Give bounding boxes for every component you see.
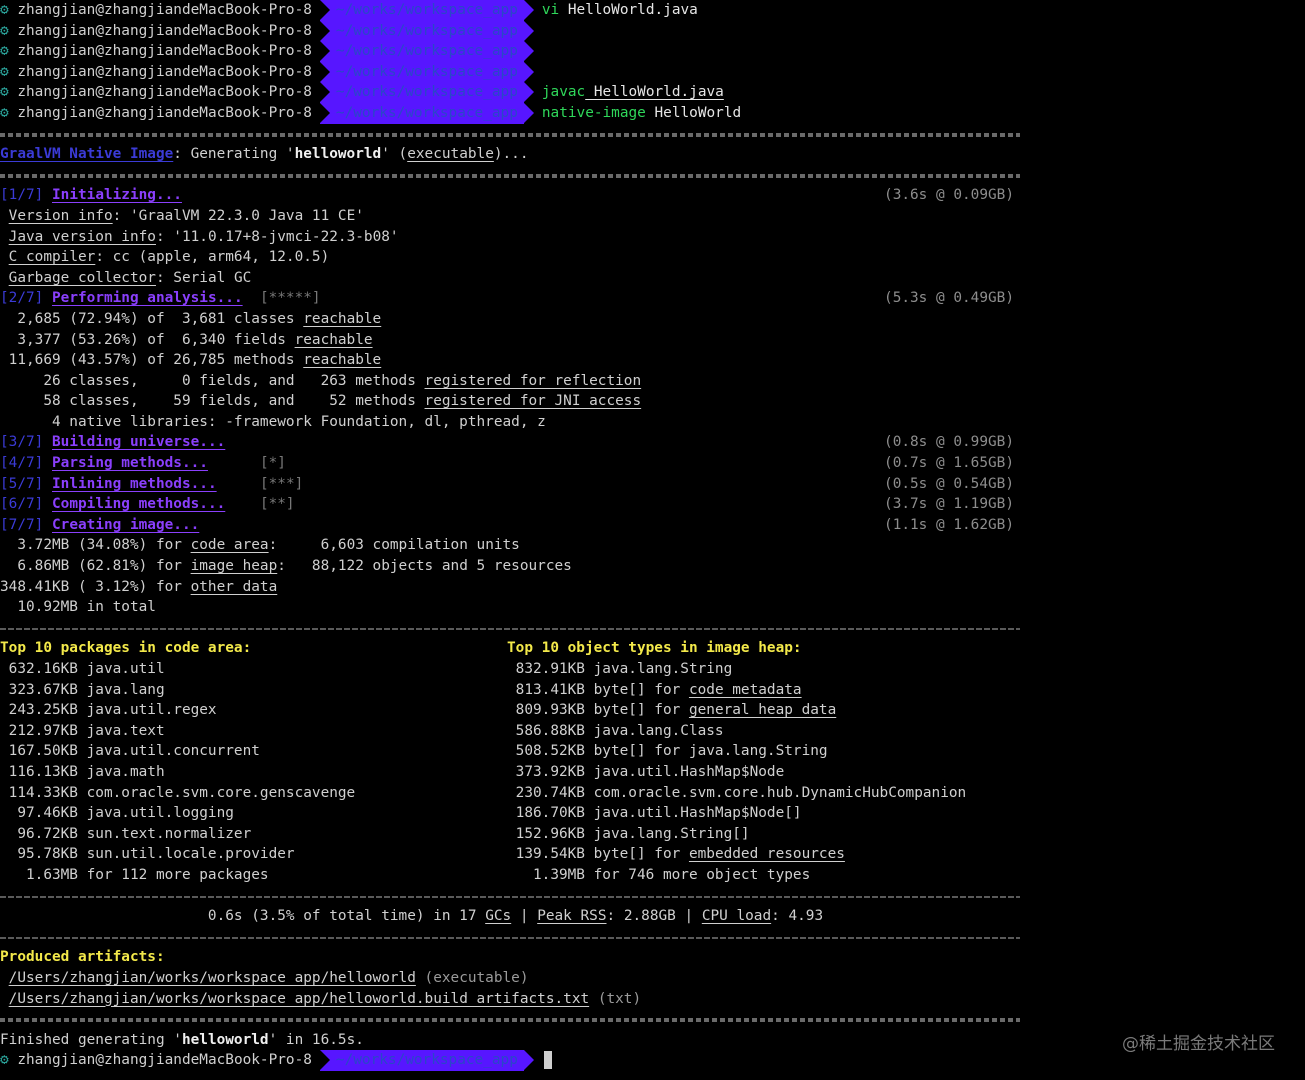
list-item: 508.52KB byte[] for java.lang.String	[507, 743, 828, 760]
analysis-classes: 2,685 (72.94%) of 3,681 classes reachabl…	[0, 310, 382, 327]
list-item: 832.91KB java.lang.String	[507, 661, 733, 677]
command: javac HelloWorld.java	[541, 84, 724, 101]
list-item: 809.93KB byte[] for general heap data	[507, 702, 837, 719]
watermark: @稀土掘金技术社区	[1122, 1034, 1275, 1054]
list-item: 212.97KB java.text	[0, 722, 165, 739]
prompt-host: zhangjian@zhangjiandeMacBook-Pro-8	[17, 104, 318, 121]
gear-icon: ⚙	[0, 43, 9, 60]
gear-icon: ⚙	[0, 1052, 9, 1069]
list-item: 167.50KB java.util.concurrent	[0, 743, 260, 760]
prompt-line: ⚙ zhangjian@zhangjiandeMacBook-Pro-8 ~/wo…	[0, 41, 1020, 62]
build-header: GraalVM Native Image: Generating 'hellow…	[0, 146, 529, 163]
list-item: 586.88KB java.lang.Class	[507, 722, 724, 739]
info-java: Java version info: '11.0.17+8-jvmci-22.3…	[8, 228, 399, 245]
terminal[interactable]: ⚙ zhangjian@zhangjiandeMacBook-Pro-8 ~/wo…	[0, 0, 1020, 1071]
stage-analysis: [2/7] Performing analysis... [*****] (5.3…	[0, 290, 1014, 307]
prompt-host: zhangjian@zhangjiandeMacBook-Pro-8	[17, 43, 318, 60]
prompt-path: ~/works/workspace_app	[319, 20, 534, 42]
image-other: 348.41KB ( 3.12%) for other data	[0, 578, 278, 595]
prompt-path: ~/works/workspace_app	[319, 0, 534, 21]
packages-list: Top 10 packages in code area: 632.16KB j…	[0, 638, 507, 885]
info-gc: Garbage collector: Serial GC	[8, 269, 252, 286]
prompt-path: ~/works/workspace_app	[319, 102, 534, 124]
prompt-line: ⚙ zhangjian@zhangjiandeMacBook-Pro-8 ~/wo…	[0, 61, 1020, 83]
stage-initializing: [1/7] Initializing... (3.6s @ 0.09GB)	[0, 187, 1014, 204]
artifact-txt[interactable]: /Users/zhangjian/works/workspace_app/hel…	[0, 989, 1020, 1010]
separator	[0, 618, 1020, 639]
list-item: 139.54KB byte[] for embedded resources	[507, 846, 845, 863]
analysis-fields: 3,377 (53.26%) of 6,340 fields reachable	[0, 331, 373, 348]
objects-list: Top 10 object types in image heap: 832.9…	[507, 638, 1020, 885]
image-code-area: 3.72MB (34.08%) for code area: 6,603 com…	[0, 537, 520, 554]
separator	[0, 124, 1020, 145]
artifacts-title: Produced artifacts:	[0, 949, 165, 966]
prompt-line: ⚙ zhangjian@zhangjiandeMacBook-Pro-8 ~/wo…	[0, 82, 1020, 103]
prompt-path: ~/works/workspace_app	[319, 82, 534, 103]
list-item: 186.70KB java.util.HashMap$Node[]	[507, 805, 802, 822]
prompt-host: zhangjian@zhangjiandeMacBook-Pro-8	[17, 84, 318, 101]
command: native-image HelloWorld	[541, 104, 742, 121]
analysis-jni: 58 classes, 59 fields, and 52 methods re…	[0, 393, 642, 410]
separator	[0, 886, 1020, 907]
prompt-path: ~/works/workspace_app	[319, 61, 534, 83]
prompt-line: ⚙ zhangjian@zhangjiandeMacBook-Pro-8 ~/wo…	[0, 102, 1020, 124]
top-lists: Top 10 packages in code area: 632.16KB j…	[0, 638, 1020, 885]
prompt-host: zhangjian@zhangjiandeMacBook-Pro-8	[17, 1052, 318, 1069]
gear-icon: ⚙	[0, 2, 9, 18]
list-item: 97.46KB java.util.logging	[0, 805, 234, 822]
objects-title: Top 10 object types in image heap:	[507, 640, 802, 657]
packages-title: Top 10 packages in code area:	[0, 640, 252, 657]
gc-summary: 0.6s (3.5% of total time) in 17 GCs | Pe…	[0, 908, 824, 925]
analysis-reflection: 26 classes, 0 fields, and 263 methods re…	[0, 372, 642, 389]
list-item: 96.72KB sun.text.normalizer	[0, 825, 252, 842]
stage-inlining: [5/7] Inlining methods... [***] (0.5s @ 0…	[0, 475, 1014, 492]
list-item: 116.13KB java.math	[0, 763, 165, 780]
image-total: 10.92MB in total	[0, 599, 156, 616]
gear-icon: ⚙	[0, 63, 9, 80]
list-item: 1.39MB for 746 more object types	[507, 866, 811, 883]
finished-line: Finished generating 'helloworld' in 16.5…	[0, 1031, 364, 1048]
prompt-path: ~/works/workspace_app	[319, 41, 534, 62]
artifact-executable[interactable]: /Users/zhangjian/works/workspace_app/hel…	[0, 968, 1020, 989]
prompt-host: zhangjian@zhangjiandeMacBook-Pro-8	[17, 22, 318, 39]
list-item: 813.41KB byte[] for code metadata	[507, 681, 802, 698]
separator	[0, 927, 1020, 948]
command: vi HelloWorld.java	[541, 2, 698, 18]
analysis-native: 4 native libraries: -framework Foundatio…	[0, 413, 546, 430]
list-item: 1.63MB for 112 more packages	[0, 866, 269, 883]
stage-compiling: [6/7] Compiling methods... [**] (3.7s @ 1…	[0, 496, 1014, 513]
prompt-path: ~/works/workspace_app	[319, 1050, 534, 1071]
list-item: 114.33KB com.oracle.svm.core.genscavenge	[0, 784, 356, 801]
text-cursor[interactable]	[543, 1051, 552, 1070]
list-item: 373.92KB java.util.HashMap$Node	[507, 763, 785, 780]
prompt-host: zhangjian@zhangjiandeMacBook-Pro-8	[17, 63, 318, 80]
list-item: 243.25KB java.util.regex	[0, 702, 217, 719]
stage-parsing: [4/7] Parsing methods... [*] (0.7s @ 1.65…	[0, 455, 1014, 472]
prompt-line: ⚙ zhangjian@zhangjiandeMacBook-Pro-8 ~/wo…	[0, 0, 1020, 21]
prompt-host: zhangjian@zhangjiandeMacBook-Pro-8	[17, 2, 318, 18]
list-item: 95.78KB sun.util.locale.provider	[0, 846, 295, 863]
gear-icon: ⚙	[0, 84, 9, 101]
stage-creating: [7/7] Creating image... (1.1s @ 1.62GB)	[0, 516, 1014, 533]
stage-universe: [3/7] Building universe... (0.8s @ 0.99GB…	[0, 434, 1014, 451]
list-item: 632.16KB java.util	[0, 661, 165, 677]
list-item: 323.67KB java.lang	[0, 681, 165, 698]
gear-icon: ⚙	[0, 104, 9, 121]
analysis-methods: 11,669 (43.57%) of 26,785 methods reacha…	[0, 352, 382, 369]
separator	[0, 1009, 1020, 1030]
info-version: Version info: 'GraalVM 22.3.0 Java 11 CE…	[8, 207, 364, 224]
list-item: 230.74KB com.oracle.svm.core.hub.Dynamic…	[507, 784, 967, 801]
separator	[0, 165, 1020, 186]
prompt-line-current[interactable]: ⚙ zhangjian@zhangjiandeMacBook-Pro-8 ~/wo…	[0, 1050, 1020, 1071]
list-item: 152.96KB java.lang.String[]	[507, 825, 750, 842]
prompt-line: ⚙ zhangjian@zhangjiandeMacBook-Pro-8 ~/wo…	[0, 20, 1020, 42]
image-heap: 6.86MB (62.81%) for image heap: 88,122 o…	[0, 558, 572, 575]
gear-icon: ⚙	[0, 22, 9, 39]
info-compiler: C compiler: cc (apple, arm64, 12.0.5)	[8, 249, 330, 266]
